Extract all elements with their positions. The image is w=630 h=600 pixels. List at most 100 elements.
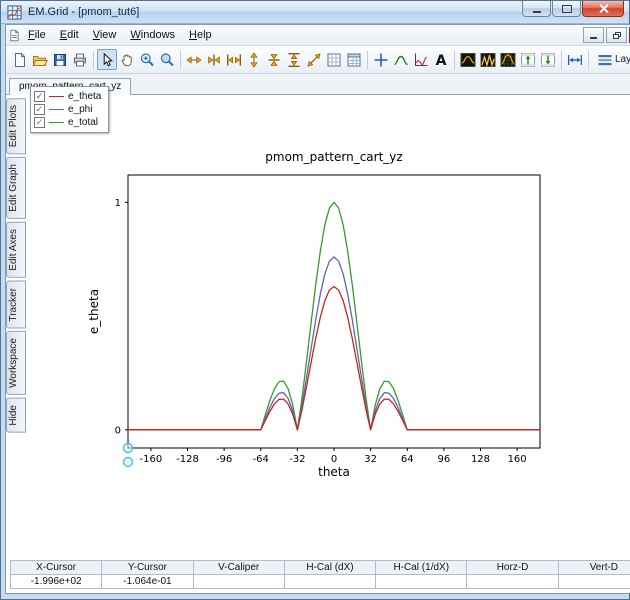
print-icon [74, 53, 86, 66]
side-tab-strip: Edit Plots Edit Graph Edit Axes Tracker Work… [6, 95, 26, 558]
trace-axes-button[interactable] [411, 49, 431, 70]
side-tab-tracker[interactable]: Tracker [6, 280, 26, 329]
mdi-minimize-button[interactable] [583, 27, 605, 43]
legend-line-sample [49, 96, 64, 97]
maximize-button[interactable] [552, 1, 581, 17]
plot-dark-grid-button[interactable] [498, 49, 518, 70]
toolbar-separator [180, 50, 181, 69]
toolbar-separator [93, 50, 94, 69]
v-compress-button[interactable] [264, 49, 284, 70]
svg-text:A: A [436, 53, 447, 68]
minimize-icon [532, 10, 541, 13]
side-tab-edit-axes[interactable]: Edit Axes [6, 222, 26, 278]
status-value-3 [283, 574, 377, 589]
open-folder-icon [32, 55, 48, 66]
side-tab-hide[interactable]: Hide [6, 398, 26, 433]
checker-up-icon [521, 52, 535, 67]
legend-label: e_theta [68, 91, 102, 102]
plot-dark-lobes-button[interactable] [478, 49, 498, 70]
side-tab-workspace[interactable]: Workspace [6, 331, 26, 396]
checker-down-button[interactable] [538, 49, 558, 70]
x-tick-label: -64 [253, 454, 269, 465]
mdi-minimize-icon [590, 36, 598, 39]
v-compress-icon [268, 53, 280, 66]
mdi-restore-button[interactable] [606, 27, 628, 43]
zoom-region-icon [160, 52, 174, 66]
zoom-region-button[interactable] [157, 49, 177, 70]
x-tick-label: -96 [216, 454, 232, 465]
crosshair-button[interactable] [371, 49, 391, 70]
toolbar-separator [561, 50, 562, 69]
layout-button[interactable]: Layout [592, 49, 630, 70]
window-controls [522, 1, 624, 17]
pan-hand-button[interactable] [117, 49, 137, 70]
status-col-h-cal-dx-: H-Cal (dX) [283, 560, 377, 575]
x-tick-label: -128 [176, 454, 199, 465]
status-value-5 [466, 574, 559, 589]
minimize-button[interactable] [522, 1, 551, 17]
plot-dark-grid-icon [500, 52, 516, 67]
menu-edit[interactable]: Edit [53, 26, 86, 44]
v-fit-icon [250, 51, 258, 68]
grid-button[interactable] [324, 49, 344, 70]
table-button[interactable] [344, 49, 364, 70]
legend-label: e_phi [68, 104, 93, 115]
y-axis-label: e_theta [87, 289, 101, 334]
status-value-row: -1.996e+02 -1.064e-01 [9, 574, 630, 589]
plot-dark-wave-icon [460, 52, 476, 67]
window-frame: FileEditViewWindowsHelp A Layout pmom_pat… [1, 24, 630, 599]
x-tick-label: 32 [364, 454, 377, 465]
h-double-arrow-button[interactable] [565, 49, 585, 70]
checker-up-button[interactable] [518, 49, 538, 70]
legend-item-e_total: ✓ e_total [34, 116, 101, 129]
status-value-1: -1.064e-01 [101, 574, 194, 589]
open-folder-button[interactable] [30, 49, 50, 70]
text-label-button[interactable]: A [431, 49, 451, 70]
plot-area: pmom_pattern_cart_yz e_theta theta -160 -128… [26, 95, 630, 558]
status-value-0: -1.996e+02 [9, 574, 103, 589]
menu-windows[interactable]: Windows [123, 26, 182, 44]
menu-file[interactable]: File [21, 26, 53, 44]
plot-dark-wave-button[interactable] [458, 49, 478, 70]
h-expand-button[interactable] [224, 49, 244, 70]
resize-handle [122, 456, 134, 468]
legend-label: e_total [68, 117, 99, 128]
autoscale-button[interactable] [304, 49, 324, 70]
legend-line-sample [49, 109, 64, 110]
legend-checkbox-e_phi[interactable]: ✓ [34, 104, 45, 115]
v-expand-button[interactable] [284, 49, 304, 70]
select-cursor-button[interactable] [97, 49, 117, 70]
menu-view[interactable]: View [86, 26, 124, 44]
h-fit-button[interactable] [184, 49, 204, 70]
mdi-document-icon [10, 29, 19, 41]
legend-checkbox-e_total[interactable]: ✓ [34, 117, 45, 128]
y-tick-label: 1 [115, 198, 121, 209]
h-compress-button[interactable] [204, 49, 224, 70]
text-label-icon: A [436, 53, 447, 68]
x-tick-label: 128 [471, 454, 490, 465]
plot-box [127, 174, 541, 449]
x-tick-label: 0 [331, 454, 337, 465]
save-button[interactable] [50, 49, 70, 70]
toolbar-separator [367, 50, 368, 69]
print-button[interactable] [70, 49, 90, 70]
menu-help[interactable]: Help [182, 26, 219, 44]
save-icon [54, 53, 66, 66]
chart-title: pmom_pattern_cart_yz [265, 150, 402, 164]
v-fit-button[interactable] [244, 49, 264, 70]
side-tab-edit-graph[interactable]: Edit Graph [6, 157, 26, 220]
side-tab-edit-plots[interactable]: Edit Plots [6, 98, 26, 155]
new-document-button[interactable] [10, 49, 30, 70]
mdi-window-controls [583, 27, 630, 43]
close-icon [599, 4, 608, 13]
h-compress-icon [208, 54, 220, 65]
trace-green-button[interactable] [391, 49, 411, 70]
grid-icon [327, 53, 341, 66]
cursor-readout-table: X-Cursor Y-Cursor V-Caliper H-Cal (dX) H-Cal… [9, 560, 630, 589]
legend-checkbox-e_theta[interactable]: ✓ [34, 91, 45, 102]
close-button[interactable] [582, 1, 624, 17]
plot-dark-lobes-icon [480, 52, 496, 67]
trace-axes-icon [415, 53, 428, 66]
layout-label: Layout [615, 54, 630, 65]
zoom-in-button[interactable] [137, 49, 157, 70]
